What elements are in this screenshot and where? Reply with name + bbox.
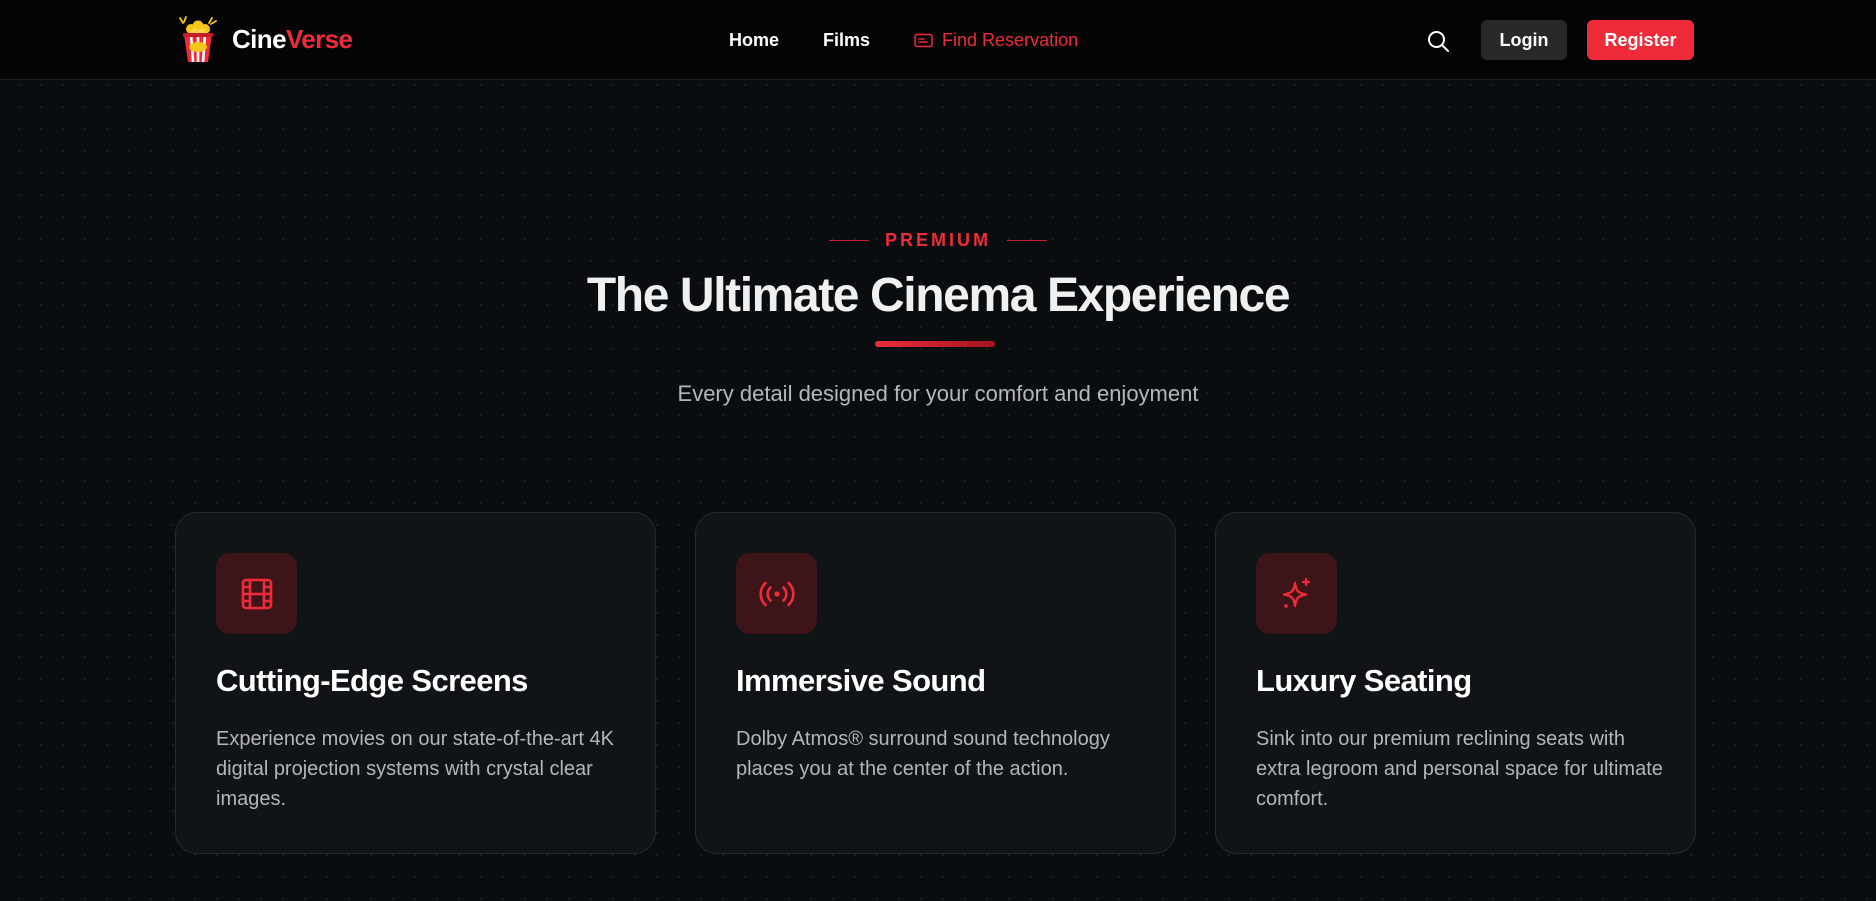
login-button[interactable]: Login <box>1481 20 1567 60</box>
section-title: The Ultimate Cinema Experience <box>586 269 1291 322</box>
search-icon[interactable] <box>1426 29 1450 53</box>
section-eyebrow: PREMIUM <box>0 228 1876 252</box>
feature-icon-tile <box>216 553 297 634</box>
nav-films[interactable]: Films <box>823 30 870 51</box>
feature-title: Immersive Sound <box>736 663 986 698</box>
feature-description: Dolby Atmos® surround sound technology p… <box>736 728 1110 780</box>
register-button[interactable]: Register <box>1587 20 1694 60</box>
brand-name-part1: Cine <box>232 23 287 54</box>
nav-find-reservation-label: Find Reservation <box>942 29 1079 50</box>
feature-card-sound: Immersive Sound Dolby Atmos® surround so… <box>695 512 1176 854</box>
feature-description: Sink into our premium reclining seats wi… <box>1256 728 1663 810</box>
eyebrow-line-left <box>829 239 869 241</box>
brand-logo-link[interactable]: CineVerse <box>176 14 353 64</box>
feature-title: Cutting-Edge Screens <box>216 663 528 698</box>
main-nav: Home Films Find Reservation <box>729 26 1078 54</box>
sparkles-icon <box>1282 577 1310 608</box>
eyebrow-label: PREMIUM <box>885 229 991 250</box>
section-subtitle: Every detail designed for your comfort a… <box>677 381 1199 406</box>
brand-name: CineVerse <box>232 23 353 55</box>
feature-icon-tile <box>736 553 817 634</box>
feature-card-seating: Luxury Seating Sink into our premium rec… <box>1215 512 1696 854</box>
feature-card-screens: Cutting-Edge Screens Experience movies o… <box>175 512 656 854</box>
ticket-icon <box>914 33 933 47</box>
sound-waves-icon <box>758 581 795 606</box>
feature-title: Luxury Seating <box>1256 663 1472 698</box>
feature-icon-tile <box>1256 553 1337 634</box>
popcorn-icon <box>179 16 217 63</box>
nav-home[interactable]: Home <box>729 30 779 51</box>
nav-find-reservation[interactable]: Find Reservation <box>914 30 1078 51</box>
film-icon <box>241 578 272 609</box>
brand-name-part2: Verse <box>285 23 353 54</box>
title-underline <box>875 341 995 347</box>
navbar: CineVerse Home Films Find Reservation Lo… <box>0 0 1876 80</box>
feature-description: Experience movies on our state-of-the-ar… <box>216 728 614 810</box>
eyebrow-line-right <box>1007 239 1047 241</box>
